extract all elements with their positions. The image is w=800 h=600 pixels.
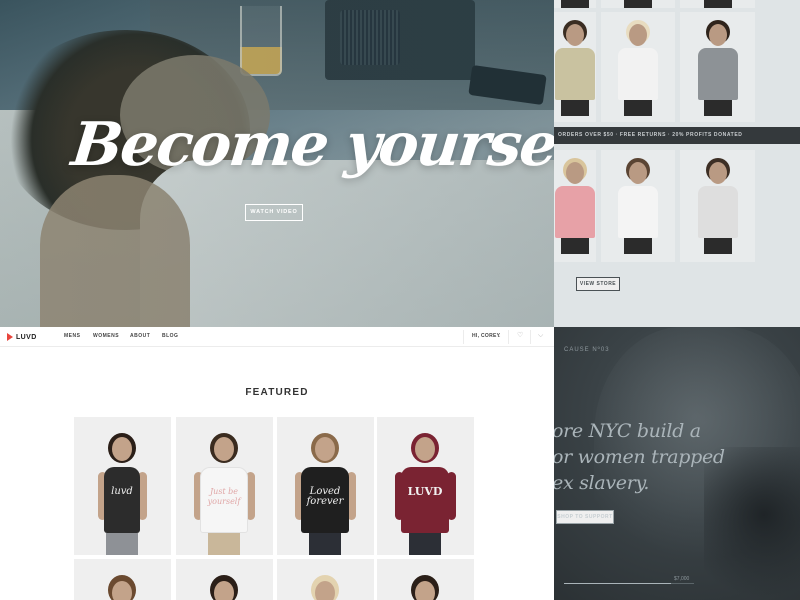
product-print: Loved forever	[306, 486, 344, 507]
chevron-down-icon[interactable]: ⌄	[497, 333, 501, 339]
featured-product-partial[interactable]	[74, 559, 171, 600]
cause-amount: $7,000	[674, 576, 690, 582]
watch-video-button[interactable]: WATCH VIDEO	[245, 204, 303, 221]
luvd-logo[interactable]: LUVD	[7, 332, 37, 342]
top-navigation: LUVD MENS WOMENS ABOUT BLOG HI, COREY ⌄ …	[0, 327, 554, 347]
store-product-shirt	[697, 48, 738, 100]
view-store-button[interactable]: VIEW STORE	[576, 277, 620, 291]
shop-to-support-button[interactable]: SHOP TO SUPPORT	[556, 510, 614, 524]
nav-divider	[530, 330, 531, 344]
store-model-head	[629, 24, 647, 46]
nav-divider	[508, 330, 509, 344]
featured-product-partial[interactable]	[176, 559, 273, 600]
model-head	[415, 581, 435, 600]
store-model-pants	[703, 100, 732, 116]
store-product-shirt	[697, 186, 738, 238]
model-pants	[409, 533, 441, 555]
model-head	[112, 437, 132, 461]
model-pants	[208, 533, 240, 555]
store-model-pants	[561, 100, 589, 116]
featured-product-partial[interactable]	[377, 559, 474, 600]
store-model-head	[629, 162, 647, 184]
featured-product-burgundy-hoodie[interactable]: LUVD	[377, 417, 474, 555]
cause-text-line: or women trapped	[554, 446, 725, 468]
model-pants	[106, 533, 138, 555]
cause-text-line: ex slavery.	[554, 472, 650, 494]
store-product-tank-yellow[interactable]	[554, 12, 596, 122]
logo-play-icon	[7, 333, 13, 341]
model-head	[112, 581, 132, 600]
product-print: Just be yourself	[207, 487, 241, 506]
model-head	[214, 581, 234, 600]
nav-link-womens[interactable]: WOMENS	[93, 333, 119, 339]
featured-product-white-tee-script[interactable]: Just be yourself	[176, 417, 273, 555]
logo-text: LUVD	[16, 333, 37, 341]
store-product-shirt	[618, 186, 658, 238]
store-model-pants	[561, 238, 589, 254]
cause-text-line: ore NYC build a	[554, 420, 701, 442]
featured-page: LUVD MENS WOMENS ABOUT BLOG HI, COREY ⌄ …	[0, 327, 554, 600]
model-head	[214, 437, 234, 461]
model-head	[415, 437, 435, 461]
store-model-pants	[624, 100, 652, 116]
store-product-white-tee[interactable]	[601, 12, 675, 122]
store-model-pants	[624, 238, 652, 254]
store-product-pink-tee[interactable]	[554, 150, 596, 262]
store-model-pants	[561, 0, 589, 8]
store-product-live-free-tee[interactable]	[680, 150, 755, 262]
store-preview-section: ORDERS OVER $50 · FREE RETURNS · 20% PRO…	[554, 0, 800, 327]
cause-section: CAUSE Nº03 ore NYC build a or women trap…	[554, 327, 800, 600]
store-model-pants	[703, 238, 732, 254]
nav-link-about[interactable]: ABOUT	[130, 333, 150, 339]
store-model-pants	[624, 0, 652, 8]
featured-heading: FEATURED	[245, 387, 309, 398]
cause-number-label: CAUSE Nº03	[564, 347, 610, 353]
model-head	[315, 437, 335, 461]
cause-progress-fill	[564, 583, 671, 584]
model-head	[315, 581, 335, 600]
featured-product-black-tank[interactable]: luvd	[74, 417, 171, 555]
cause-portrait-hair	[704, 447, 800, 600]
hero-headline: Become yourself	[68, 110, 554, 180]
store-model-pants	[703, 0, 732, 8]
heart-icon[interactable]: ♡	[517, 332, 523, 340]
featured-product-black-tee-loved[interactable]: Loved forever	[277, 417, 374, 555]
product-shirt	[104, 467, 140, 533]
product-print: LUVD	[407, 485, 443, 498]
store-product-partial[interactable]	[680, 0, 755, 8]
store-product-grey-tee[interactable]	[680, 12, 755, 122]
product-shirt	[401, 467, 449, 533]
store-model-head	[566, 162, 584, 184]
store-promo-banner: ORDERS OVER $50 · FREE RETURNS · 20% PRO…	[554, 127, 800, 144]
product-print: luvd	[111, 486, 133, 497]
store-product-shirt	[555, 186, 595, 238]
store-product-shirt	[555, 48, 595, 100]
nav-link-mens[interactable]: MENS	[64, 333, 80, 339]
store-product-shirt	[618, 48, 658, 100]
store-product-partial[interactable]	[601, 0, 675, 8]
store-model-head	[708, 162, 727, 184]
featured-product-partial[interactable]	[277, 559, 374, 600]
store-model-head	[708, 24, 727, 46]
store-product-partial[interactable]	[554, 0, 596, 8]
cart-icon[interactable]: ⌵	[538, 332, 543, 340]
store-product-pocket-tee[interactable]	[601, 150, 675, 262]
model-pants	[309, 533, 341, 555]
cause-progress-bar	[564, 583, 694, 584]
nav-divider	[463, 330, 464, 344]
nav-link-blog[interactable]: BLOG	[162, 333, 178, 339]
store-model-head	[566, 24, 584, 46]
hero-section: Become yourself WATCH VIDEO	[0, 0, 554, 327]
